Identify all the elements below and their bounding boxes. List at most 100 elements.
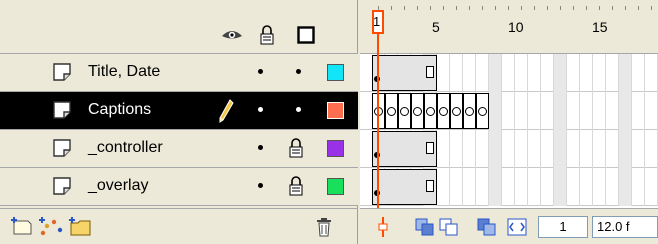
frame-cell[interactable] bbox=[502, 92, 515, 130]
frame-cell[interactable] bbox=[645, 92, 658, 130]
blank-keyframe[interactable] bbox=[411, 93, 424, 129]
frame-cell[interactable] bbox=[502, 168, 515, 206]
layer-row[interactable]: _controller bbox=[0, 130, 358, 168]
frame-cell[interactable] bbox=[593, 130, 606, 168]
frame-cell[interactable] bbox=[606, 168, 619, 206]
frame-cell[interactable] bbox=[489, 130, 502, 168]
frame-cell[interactable] bbox=[541, 168, 554, 206]
layer-row[interactable]: Title, Date bbox=[0, 54, 358, 92]
frame-cell[interactable] bbox=[645, 130, 658, 168]
blank-keyframe[interactable] bbox=[398, 93, 411, 129]
edit-multiple-frames-icon[interactable] bbox=[476, 216, 498, 238]
frame-cell[interactable] bbox=[541, 54, 554, 92]
frame-cell[interactable] bbox=[450, 54, 463, 92]
visibility-dot[interactable] bbox=[258, 69, 263, 74]
blank-keyframe[interactable] bbox=[450, 93, 463, 129]
frame-cell[interactable] bbox=[645, 168, 658, 206]
frame-cell[interactable] bbox=[632, 130, 645, 168]
add-motion-guide-icon[interactable] bbox=[38, 217, 64, 237]
blank-keyframe[interactable] bbox=[372, 93, 385, 129]
frame-cell[interactable] bbox=[554, 168, 567, 206]
frame-cell[interactable] bbox=[632, 168, 645, 206]
frame-cell[interactable] bbox=[619, 92, 632, 130]
blank-keyframe[interactable] bbox=[437, 93, 450, 129]
frame-cell[interactable] bbox=[528, 54, 541, 92]
onion-skin-icon[interactable] bbox=[414, 216, 436, 238]
blank-keyframe[interactable] bbox=[463, 93, 476, 129]
frame-cell[interactable] bbox=[463, 168, 476, 206]
layer-name[interactable]: _controller bbox=[88, 139, 163, 157]
frame-cell[interactable] bbox=[593, 54, 606, 92]
outline-color-swatch[interactable] bbox=[327, 140, 344, 157]
visibility-dot[interactable] bbox=[258, 107, 263, 112]
span-end-frame[interactable] bbox=[426, 142, 434, 154]
blank-keyframe[interactable] bbox=[424, 93, 437, 129]
frame-cell[interactable] bbox=[645, 54, 658, 92]
lock-all-lock-icon[interactable] bbox=[255, 24, 279, 46]
frame-cell[interactable] bbox=[476, 130, 489, 168]
timeline-row[interactable] bbox=[360, 130, 658, 168]
frame-cell[interactable] bbox=[450, 130, 463, 168]
outline-color-swatch[interactable] bbox=[327, 64, 344, 81]
delete-layer-trash-icon[interactable] bbox=[316, 217, 332, 237]
frame-cell[interactable] bbox=[580, 168, 593, 206]
onion-skin-outlines-icon[interactable] bbox=[438, 216, 460, 238]
frame-cell[interactable] bbox=[567, 130, 580, 168]
frame-cell[interactable] bbox=[463, 130, 476, 168]
frame-cell[interactable] bbox=[632, 54, 645, 92]
frame-cell[interactable] bbox=[567, 92, 580, 130]
keyframe[interactable] bbox=[374, 152, 380, 158]
modify-onion-markers-icon[interactable] bbox=[506, 216, 528, 238]
span-end-frame[interactable] bbox=[426, 66, 434, 78]
frame-cell[interactable] bbox=[580, 54, 593, 92]
layer-name[interactable]: Title, Date bbox=[88, 63, 160, 81]
frame-cell[interactable] bbox=[515, 130, 528, 168]
keyframe[interactable] bbox=[374, 190, 380, 196]
frame-cell[interactable] bbox=[541, 130, 554, 168]
timeline-row[interactable] bbox=[360, 168, 658, 206]
frame-cell[interactable] bbox=[554, 92, 567, 130]
frame-cell[interactable] bbox=[476, 168, 489, 206]
frame-cell[interactable] bbox=[476, 54, 489, 92]
frame-cell[interactable] bbox=[502, 54, 515, 92]
frame-cell[interactable] bbox=[489, 54, 502, 92]
frame-cell[interactable] bbox=[554, 54, 567, 92]
layer-name[interactable]: _overlay bbox=[88, 177, 148, 195]
frame-cell[interactable] bbox=[437, 54, 450, 92]
frame-cell[interactable] bbox=[632, 92, 645, 130]
visibility-dot[interactable] bbox=[258, 183, 263, 188]
lock-dot[interactable] bbox=[296, 107, 301, 112]
frame-cell[interactable] bbox=[528, 168, 541, 206]
frame-cell[interactable] bbox=[541, 92, 554, 130]
frame-ruler[interactable]: 5 10 15 bbox=[360, 0, 658, 54]
frame-cell[interactable] bbox=[567, 54, 580, 92]
layer-row[interactable]: _overlay bbox=[0, 168, 358, 206]
lock-dot[interactable] bbox=[296, 69, 301, 74]
visibility-dot[interactable] bbox=[258, 145, 263, 150]
frame-cell[interactable] bbox=[593, 92, 606, 130]
frame-cell[interactable] bbox=[619, 168, 632, 206]
frame-rate-field[interactable]: 12.0 f bbox=[592, 216, 658, 238]
frame-cell[interactable] bbox=[515, 54, 528, 92]
frame-cell[interactable] bbox=[606, 130, 619, 168]
layer-lock-icon[interactable] bbox=[288, 138, 304, 162]
show-hide-all-eye-icon[interactable] bbox=[220, 24, 244, 46]
frame-cell[interactable] bbox=[489, 168, 502, 206]
frame-cell[interactable] bbox=[606, 92, 619, 130]
outline-color-swatch[interactable] bbox=[327, 102, 344, 119]
frame-cell[interactable] bbox=[502, 130, 515, 168]
frame-cell[interactable] bbox=[580, 130, 593, 168]
frame-cell[interactable] bbox=[528, 92, 541, 130]
outline-color-swatch[interactable] bbox=[327, 178, 344, 195]
timeline-panel[interactable]: 5 10 15 1 1 12.0 f bbox=[360, 0, 658, 244]
frame-cell[interactable] bbox=[580, 92, 593, 130]
frame-cell[interactable] bbox=[437, 130, 450, 168]
frame-cell[interactable] bbox=[515, 92, 528, 130]
frame-cell[interactable] bbox=[463, 54, 476, 92]
current-frame-field[interactable]: 1 bbox=[538, 216, 588, 238]
blank-keyframe[interactable] bbox=[476, 93, 489, 129]
keyframe[interactable] bbox=[374, 76, 380, 82]
frame-cell[interactable] bbox=[515, 168, 528, 206]
layer-row[interactable]: Captions bbox=[0, 92, 358, 130]
insert-layer-folder-icon[interactable] bbox=[68, 217, 94, 237]
